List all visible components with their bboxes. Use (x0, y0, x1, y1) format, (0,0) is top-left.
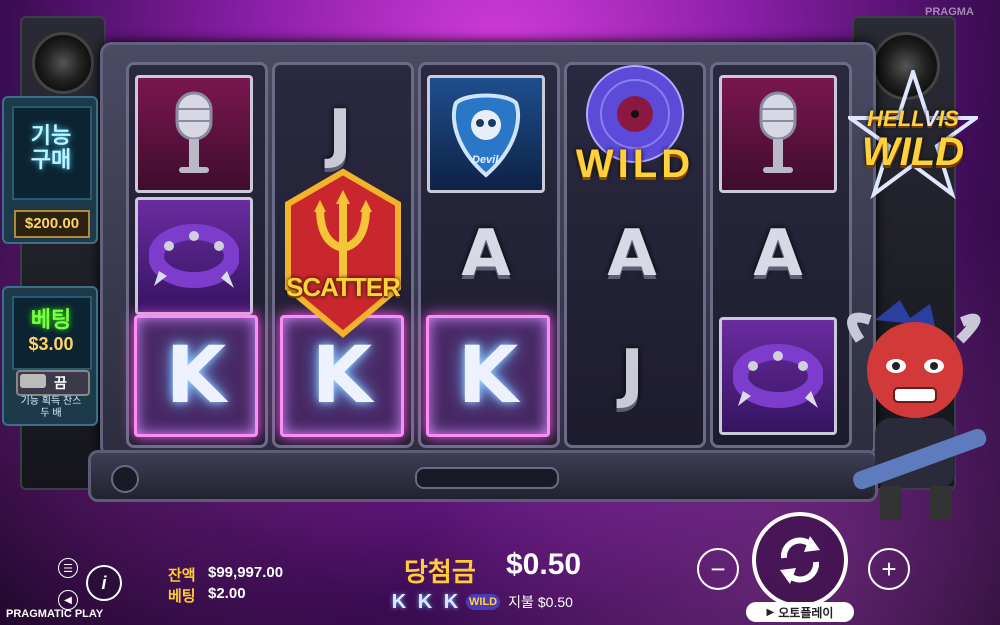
trident-shield-icon (285, 168, 401, 338)
decrease-bet-button[interactable]: − (697, 548, 739, 590)
base-knob (111, 465, 139, 493)
balance-value: $99,997.00 (208, 564, 284, 581)
reel-1: K (126, 62, 268, 448)
autoplay-button[interactable]: ▶ 오토플레이 (746, 602, 854, 622)
logo-mark: V (923, 106, 939, 131)
menu-button[interactable]: ☰ (58, 558, 78, 578)
logo-line1: HELLVIS (848, 106, 978, 132)
symbol-a: A (573, 195, 691, 313)
reel-base (88, 450, 878, 502)
symbol-k-winning: K (134, 315, 258, 437)
win-value: $0.50 (506, 548, 582, 581)
base-slot (415, 467, 559, 489)
provider-logo: PRAGMATIC PLAY (6, 608, 104, 620)
win-label: 당첨금 (404, 557, 476, 587)
wild-label: WILD (575, 142, 695, 186)
double-chance-label: 기능 획득 찬스 두 배 (20, 396, 82, 419)
logo-hell: HELL (867, 106, 924, 131)
buy-feature-panel[interactable]: 기능 구매 $200.00 (2, 96, 98, 244)
reel-3: Devil A K (418, 62, 560, 448)
bet-label: 베팅 (168, 588, 196, 605)
symbol-microphone (135, 75, 253, 193)
symbol-j: J (573, 315, 691, 433)
line-symbol-wild: WILD (466, 594, 501, 610)
double-chance-toggle[interactable]: 끔 (16, 370, 90, 396)
speaker-cone (32, 32, 94, 94)
pick-label: Devil (472, 154, 499, 166)
symbol-letter: K (165, 331, 227, 421)
devil-guitarist-icon (847, 300, 987, 520)
increase-bet-button[interactable]: + (868, 548, 910, 590)
symbol-wild: WILD (560, 64, 710, 204)
bet-panel-label: 베팅 (30, 307, 72, 332)
menu-icon: ☰ (63, 561, 73, 575)
microphone-icon (759, 91, 797, 173)
symbol-a: bracelet A (719, 195, 837, 313)
pays-label: 지불 (508, 594, 534, 610)
game-logo: HELLVIS WILD (843, 65, 983, 200)
spiked-bracelet-icon (149, 224, 239, 288)
pays-value: $0.50 (537, 594, 573, 610)
symbol-letter: A (753, 217, 803, 291)
double-chance-panel: 베팅 $3.00 끔 기능 획득 찬스 두 배 (2, 286, 98, 426)
scatter-label: SCATTER (286, 272, 401, 302)
symbol-scatter: SCATTER (280, 168, 406, 338)
devil-character (830, 300, 1000, 530)
symbol-letter: K (457, 331, 519, 421)
buy-feature-price: $200.00 (14, 210, 90, 238)
autoplay-label: 오토플레이 (778, 605, 834, 620)
buy-feature-label: 기능 구매 (30, 123, 72, 172)
line-symbol-k: K (417, 590, 433, 613)
line-symbol-k: K (443, 590, 459, 613)
plus-icon: + (881, 553, 897, 584)
logo-wild: WILD (861, 130, 965, 174)
logo-is: IS (938, 106, 959, 131)
minus-icon: − (710, 553, 726, 584)
line-symbol-k: K (391, 590, 407, 613)
symbol-microphone (719, 75, 837, 193)
info-button[interactable]: i (86, 565, 122, 601)
bet-value: $2.00 (208, 585, 246, 602)
symbol-letter: A (607, 217, 657, 291)
bet-panel-amount: $3.00 (28, 334, 74, 354)
speaker-icon: ◀ (64, 594, 72, 606)
winning-line-info: K K K WILD 지불 $0.50 (388, 588, 573, 616)
spin-arrows-icon (780, 536, 820, 584)
symbol-guitar-pick: Devil (427, 75, 545, 193)
sound-button[interactable]: ◀ (58, 590, 78, 610)
autoplay-icon: ▶ (766, 606, 775, 618)
toggle-knob (20, 374, 46, 388)
spin-button[interactable] (752, 512, 848, 608)
microphone-icon (175, 91, 213, 173)
info-icon: i (101, 572, 107, 593)
symbol-letter: J (620, 337, 644, 411)
symbol-k-winning: K (426, 315, 550, 437)
symbol-letter: K (311, 331, 373, 421)
symbol-spiked-bracelet (719, 317, 837, 435)
spiked-bracelet-icon (733, 344, 823, 408)
toggle-state: 끔 (54, 375, 67, 391)
symbol-spiked-bracelet (135, 197, 253, 315)
symbol-letter: A (461, 217, 511, 291)
balance-label: 잔액 (168, 567, 196, 584)
symbol-letter: J (328, 97, 352, 171)
symbol-a: A (427, 195, 545, 313)
